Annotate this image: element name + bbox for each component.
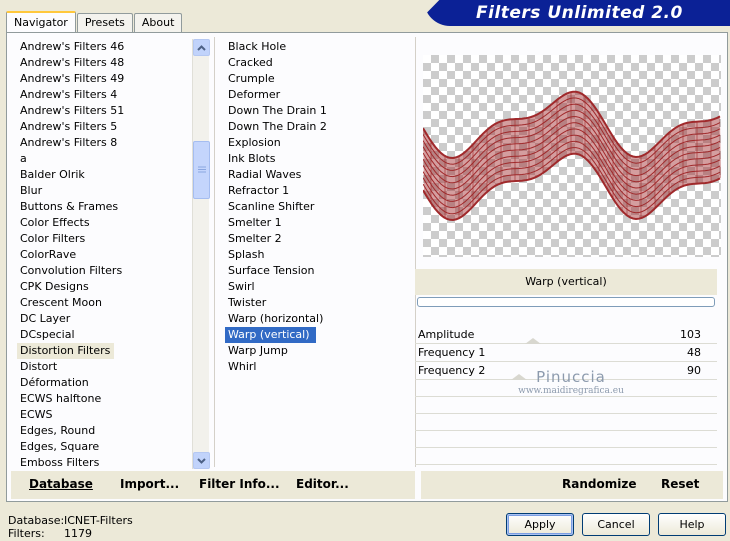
import-button[interactable]: Import...	[120, 477, 179, 491]
chevron-down-icon	[197, 457, 206, 464]
category-item[interactable]: Andrew's Filters 48	[17, 55, 197, 71]
filter-info-button[interactable]: Filter Info...	[199, 477, 280, 491]
app-title: Filters Unlimited 2.0	[476, 3, 683, 23]
watermark: Pinuccia www.maidiregrafica.eu	[511, 368, 631, 396]
category-item[interactable]: Color Effects	[17, 215, 197, 231]
filter-item[interactable]: Deformer	[225, 87, 415, 103]
category-item[interactable]: Convolution Filters	[17, 263, 197, 279]
tab-about[interactable]: About	[133, 13, 183, 32]
tab-strip: Navigator Presets About	[6, 10, 183, 33]
watermark-name: Pinuccia	[536, 368, 606, 386]
reset-button[interactable]: Reset	[661, 477, 699, 491]
chevron-up-icon	[197, 44, 206, 51]
right-action-bar: Randomize Reset	[421, 471, 723, 499]
category-item[interactable]: Color Filters	[17, 231, 197, 247]
param-label: Frequency 2	[418, 364, 486, 377]
empty-param-row	[415, 397, 717, 414]
filter-item[interactable]: Radial Waves	[225, 167, 415, 183]
empty-param-row	[415, 448, 717, 465]
category-item[interactable]: Balder Olrik	[17, 167, 197, 183]
category-item[interactable]: Distortion Filters	[17, 343, 115, 359]
left-action-bar: Database Import... Filter Info... Editor…	[11, 471, 415, 499]
filter-item[interactable]: Twister	[225, 295, 415, 311]
param-value: 103	[680, 328, 701, 341]
category-item[interactable]: Andrew's Filters 4	[17, 87, 197, 103]
filter-item[interactable]: Crumple	[225, 71, 415, 87]
filter-item[interactable]: Explosion	[225, 135, 415, 151]
filter-item[interactable]: Scanline Shifter	[225, 199, 415, 215]
category-item[interactable]: Edges, Square	[17, 439, 197, 455]
cancel-button[interactable]: Cancel	[582, 513, 650, 536]
param-amplitude[interactable]: Amplitude 103	[415, 326, 717, 344]
param-value: 48	[687, 346, 701, 359]
category-item[interactable]: Andrew's Filters 8	[17, 135, 197, 151]
tab-navigator[interactable]: Navigator	[6, 11, 76, 33]
category-item[interactable]: ECWS	[17, 407, 197, 423]
filter-item[interactable]: Warp Jump	[225, 343, 415, 359]
category-scrollbar[interactable]	[192, 39, 210, 469]
scroll-up-button[interactable]	[193, 39, 210, 56]
database-button[interactable]: Database	[29, 477, 93, 491]
filter-item[interactable]: Warp (horizontal)	[225, 311, 415, 327]
category-item[interactable]: Buttons & Frames	[17, 199, 197, 215]
category-item[interactable]: Edges, Round	[17, 423, 197, 439]
category-item[interactable]: Crescent Moon	[17, 295, 197, 311]
filter-item[interactable]: Black Hole	[225, 39, 415, 55]
tab-presets[interactable]: Presets	[76, 13, 133, 32]
filter-item[interactable]: Smelter 1	[225, 215, 415, 231]
filter-item[interactable]: Smelter 2	[225, 231, 415, 247]
category-item[interactable]: ECWS halftone	[17, 391, 197, 407]
warp-preview-image	[423, 90, 721, 222]
category-list[interactable]: Andrew's Filters 46 Andrew's Filters 48 An…	[17, 39, 197, 467]
filter-item[interactable]: Ink Blots	[225, 151, 415, 167]
category-item[interactable]: DC Layer	[17, 311, 197, 327]
watermark-url: www.maidiregrafica.eu	[518, 386, 624, 396]
param-label: Frequency 1	[418, 346, 486, 359]
filters-count-label: Filters:	[8, 527, 45, 540]
filter-item[interactable]: Down The Drain 1	[225, 103, 415, 119]
list-divider	[214, 37, 215, 467]
database-label: Database:	[8, 514, 65, 527]
filters-count-value: 1179	[64, 527, 92, 540]
editor-button[interactable]: Editor...	[296, 477, 349, 491]
filter-item[interactable]: Swirl	[225, 279, 415, 295]
filter-list[interactable]: Black Hole Cracked Crumple Deformer Down The…	[225, 39, 415, 375]
param-value: 90	[687, 364, 701, 377]
param-label: Amplitude	[418, 328, 475, 341]
category-item[interactable]: ColorRave	[17, 247, 197, 263]
filter-item[interactable]: Down The Drain 2	[225, 119, 415, 135]
help-button[interactable]: Help	[658, 513, 726, 536]
filter-item[interactable]: Whirl	[225, 359, 415, 375]
progress-bar	[417, 297, 715, 307]
randomize-button[interactable]: Randomize	[562, 477, 636, 491]
category-item[interactable]: CPK Designs	[17, 279, 197, 295]
filter-item[interactable]: Splash	[225, 247, 415, 263]
category-item[interactable]: a	[17, 151, 197, 167]
category-item[interactable]: Andrew's Filters 5	[17, 119, 197, 135]
filter-item[interactable]: Cracked	[225, 55, 415, 71]
category-item[interactable]: Blur	[17, 183, 197, 199]
scroll-down-button[interactable]	[193, 452, 210, 469]
preview-canvas	[423, 55, 721, 257]
category-item[interactable]: Andrew's Filters 46	[17, 39, 197, 55]
category-item[interactable]: Andrew's Filters 49	[17, 71, 197, 87]
param-frequency-1[interactable]: Frequency 1 48	[415, 344, 717, 362]
category-item[interactable]: Emboss Filters	[17, 455, 197, 467]
filter-item[interactable]: Refractor 1	[225, 183, 415, 199]
database-value: ICNET-Filters	[64, 514, 133, 527]
category-item[interactable]: Déformation	[17, 375, 197, 391]
apply-button[interactable]: Apply	[506, 513, 574, 536]
empty-param-row	[415, 431, 717, 448]
filter-item[interactable]: Surface Tension	[225, 263, 415, 279]
current-filter-name: Warp (vertical)	[415, 269, 717, 295]
category-item[interactable]: Distort	[17, 359, 197, 375]
scroll-thumb[interactable]	[193, 141, 210, 199]
category-item[interactable]: Andrew's Filters 51	[17, 103, 197, 119]
category-item[interactable]: DCspecial	[17, 327, 197, 343]
empty-param-row	[415, 414, 717, 431]
filter-item[interactable]: Warp (vertical)	[225, 327, 316, 343]
grip-icon	[197, 166, 206, 173]
navigator-panel: Andrew's Filters 46 Andrew's Filters 48 An…	[6, 32, 728, 502]
